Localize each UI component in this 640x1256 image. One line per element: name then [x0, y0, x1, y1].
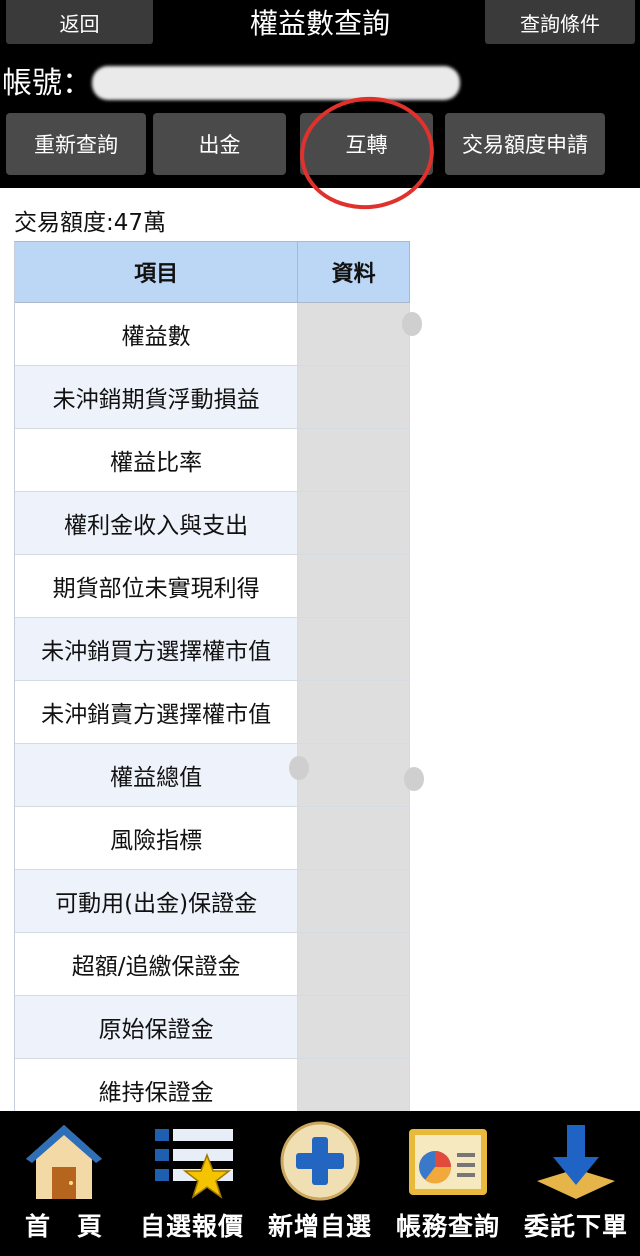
- table-row: 未沖銷賣方選擇權市值: [15, 681, 410, 744]
- row-label: 權利金收入與支出: [15, 492, 299, 554]
- table-row: 原始保證金: [15, 996, 410, 1059]
- page-title: 權益數查詢: [249, 7, 390, 40]
- row-label: 權益比率: [15, 429, 299, 491]
- table-row: 風險指標: [15, 807, 410, 870]
- row-value: [298, 870, 410, 932]
- query-conditions-button[interactable]: 查詢條件: [485, 0, 635, 44]
- bottom-nav: 首 頁 自選報價 新增自選 帳務查詢 委託下單: [0, 1111, 640, 1256]
- withdraw-button[interactable]: 出金: [153, 113, 286, 175]
- row-label: 期貨部位未實現利得: [15, 555, 299, 617]
- table-body: 權益數 未沖銷期貨浮動損益 權益比率 權利金收入與支出 期貨部位未實現利得 未沖…: [15, 303, 410, 1122]
- redaction-smudge: [404, 767, 424, 791]
- row-value: [298, 933, 410, 995]
- column-header-item: 項目: [15, 242, 299, 302]
- equity-table: 項目 資料 權益數 未沖銷期貨浮動損益 權益比率 權利金收入與支出 期貨部位未實…: [14, 241, 410, 1122]
- row-label: 可動用(出金)保證金: [15, 870, 299, 932]
- row-label: 權益數: [15, 303, 299, 365]
- home-icon: [26, 1125, 102, 1199]
- row-value: [298, 429, 410, 491]
- watchlist-icon: [155, 1129, 233, 1199]
- row-label: 超額/追繳保證金: [15, 933, 299, 995]
- table-row: 未沖銷買方選擇權市值: [15, 618, 410, 681]
- row-value: [298, 681, 410, 743]
- row-value: [298, 996, 410, 1058]
- nav-accounting-label: 帳務查詢: [395, 1212, 500, 1241]
- account-number-redaction: [92, 66, 460, 100]
- table-row: 超額/追繳保證金: [15, 933, 410, 996]
- row-label: 原始保證金: [15, 996, 299, 1058]
- table-row: 期貨部位未實現利得: [15, 555, 410, 618]
- row-label: 風險指標: [15, 807, 299, 869]
- redaction-smudge: [289, 756, 309, 780]
- row-value: [298, 807, 410, 869]
- annotation-circle: [294, 90, 440, 216]
- trading-quota: 交易額度:47萬: [14, 210, 167, 236]
- nav-watchlist-label: 自選報價: [139, 1212, 244, 1241]
- table-row: 權益數: [15, 303, 410, 366]
- row-label: 未沖銷買方選擇權市值: [15, 618, 299, 680]
- table-row: 權益總值: [15, 744, 410, 807]
- row-value: [298, 555, 410, 617]
- nav-order-label: 委託下單: [523, 1212, 628, 1241]
- row-value: [298, 303, 410, 365]
- table-row: 權益比率: [15, 429, 410, 492]
- requery-button[interactable]: 重新查詢: [6, 113, 146, 175]
- nav-home-label: 首 頁: [24, 1212, 103, 1241]
- add-icon: [280, 1121, 360, 1201]
- accounting-icon: [409, 1129, 487, 1195]
- quota-apply-button[interactable]: 交易額度申請: [445, 113, 605, 175]
- row-value: [298, 492, 410, 554]
- back-button[interactable]: 返回: [6, 0, 153, 44]
- row-label: 未沖銷賣方選擇權市值: [15, 681, 299, 743]
- nav-order[interactable]: 委託下單: [512, 1111, 640, 1256]
- table-row: 可動用(出金)保證金: [15, 870, 410, 933]
- order-icon: [537, 1125, 615, 1199]
- nav-accounting[interactable]: 帳務查詢: [384, 1111, 512, 1256]
- redaction-smudge: [402, 312, 422, 336]
- nav-watchlist[interactable]: 自選報價: [128, 1111, 256, 1256]
- account-label: 帳號：: [2, 66, 92, 101]
- row-value: [298, 744, 410, 806]
- row-label: 未沖銷期貨浮動損益: [15, 366, 299, 428]
- table-row: 權利金收入與支出: [15, 492, 410, 555]
- table-row: 未沖銷期貨浮動損益: [15, 366, 410, 429]
- nav-home[interactable]: 首 頁: [0, 1111, 128, 1256]
- nav-add-label: 新增自選: [267, 1212, 372, 1241]
- row-value: [298, 618, 410, 680]
- top-bar: 返回 權益數查詢 查詢條件 帳號： 重新查詢 出金 互轉 交易額度申請: [0, 0, 640, 216]
- row-label: 權益總值: [15, 744, 299, 806]
- table-header: 項目 資料: [15, 241, 410, 303]
- nav-add[interactable]: 新增自選: [256, 1111, 384, 1256]
- row-value: [298, 366, 410, 428]
- column-header-data: 資料: [298, 242, 410, 302]
